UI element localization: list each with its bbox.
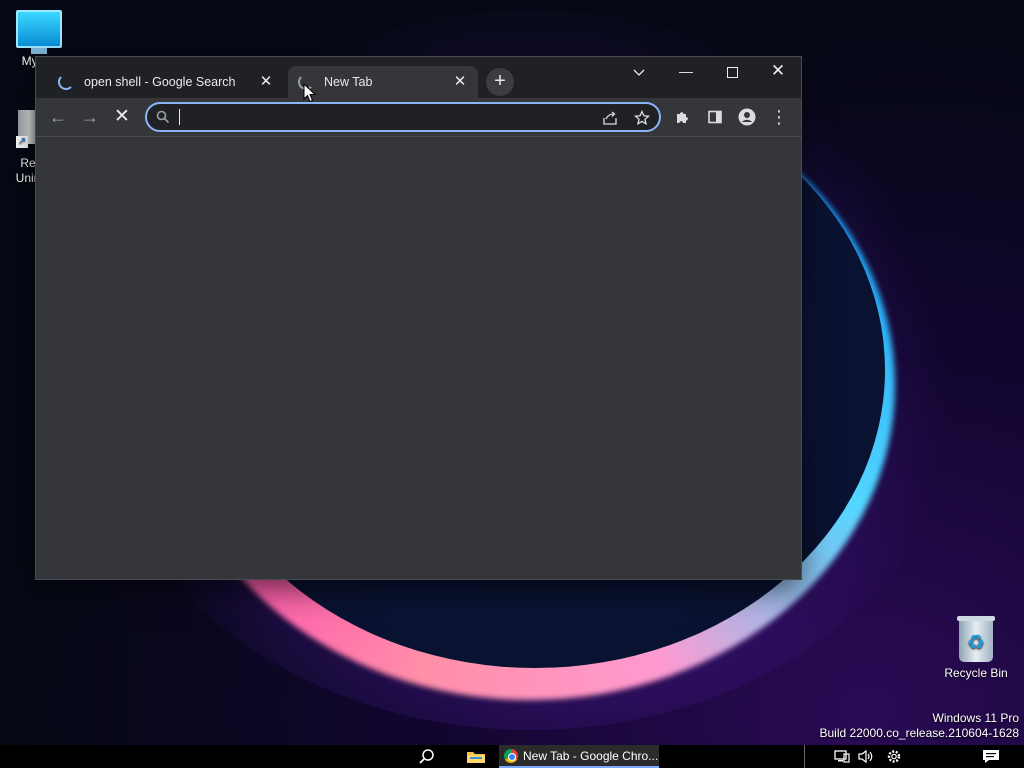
tab-title: open shell - Google Search (84, 75, 236, 89)
bookmark-star-button[interactable] (631, 107, 653, 129)
desktop-icon-recycle-bin[interactable]: ♻ Recycle Bin (938, 616, 1014, 681)
chrome-icon (504, 748, 518, 763)
chevron-down-icon (633, 69, 645, 77)
minimize-button[interactable]: — (663, 57, 709, 87)
chrome-menu-button[interactable]: ⋮ (765, 103, 793, 131)
tab-open-shell[interactable]: open shell - Google Search ✕ (44, 66, 284, 98)
share-button[interactable] (599, 107, 621, 129)
address-bar[interactable] (145, 102, 661, 132)
notification-icon[interactable] (981, 748, 1001, 765)
profile-button[interactable] (733, 103, 761, 131)
system-tray (804, 745, 1024, 768)
share-icon (603, 111, 617, 125)
stop-loading-button[interactable]: ✕ (108, 103, 136, 131)
network-icon[interactable] (833, 748, 851, 765)
gear-icon[interactable] (885, 748, 903, 765)
taskbar-chrome-button[interactable]: New Tab - Google Chro... (499, 745, 659, 768)
tab-strip: open shell - Google Search ✕ New Tab ✕ +… (36, 57, 801, 98)
tab-search-button[interactable] (616, 57, 662, 87)
taskbar-search-icon[interactable] (416, 747, 438, 767)
avatar-icon (738, 108, 756, 126)
text-caret (179, 109, 180, 125)
shortcut-arrow-icon: ↗ (16, 136, 28, 148)
forward-button[interactable]: → (76, 103, 104, 131)
back-button[interactable]: ← (44, 103, 72, 131)
tab-title: New Tab (324, 75, 373, 89)
recycle-symbol-icon: ♻ (967, 632, 985, 654)
windows-watermark: Windows 11 Pro Build 22000.co_release.21… (820, 711, 1020, 741)
desktop-icon-label: Recycle Bin (944, 666, 1008, 680)
browser-toolbar: ← → ✕ ⋮ (36, 98, 801, 137)
close-window-button[interactable]: ✕ (755, 57, 801, 87)
puzzle-icon (677, 111, 688, 123)
star-icon (633, 109, 651, 125)
windows-edition: Windows 11 Pro (932, 711, 1019, 725)
mouse-cursor-icon (303, 83, 317, 103)
side-panel-button[interactable] (701, 103, 729, 131)
search-icon (156, 110, 170, 124)
windows-build: Build 22000.co_release.210604-1628 (819, 726, 1020, 740)
tab-close-button[interactable]: ✕ (256, 72, 276, 92)
maximize-icon (726, 66, 738, 78)
recycle-bin-icon: ♻ (957, 616, 995, 662)
loading-spinner-icon (58, 74, 74, 90)
new-tab-button[interactable]: + (486, 68, 514, 96)
tab-close-button[interactable]: ✕ (450, 72, 470, 92)
maximize-button[interactable] (709, 57, 755, 87)
chrome-window: open shell - Google Search ✕ New Tab ✕ +… (36, 57, 801, 579)
monitor-icon (16, 10, 62, 48)
taskbar-button-label: New Tab - Google Chro... (523, 748, 659, 763)
page-content (36, 137, 801, 579)
file-explorer-icon[interactable] (464, 747, 488, 767)
side-panel-icon (708, 110, 722, 124)
address-input[interactable] (177, 106, 581, 130)
volume-icon[interactable] (857, 748, 875, 765)
taskbar: New Tab - Google Chro... (0, 745, 1024, 768)
extensions-button[interactable] (669, 103, 697, 131)
